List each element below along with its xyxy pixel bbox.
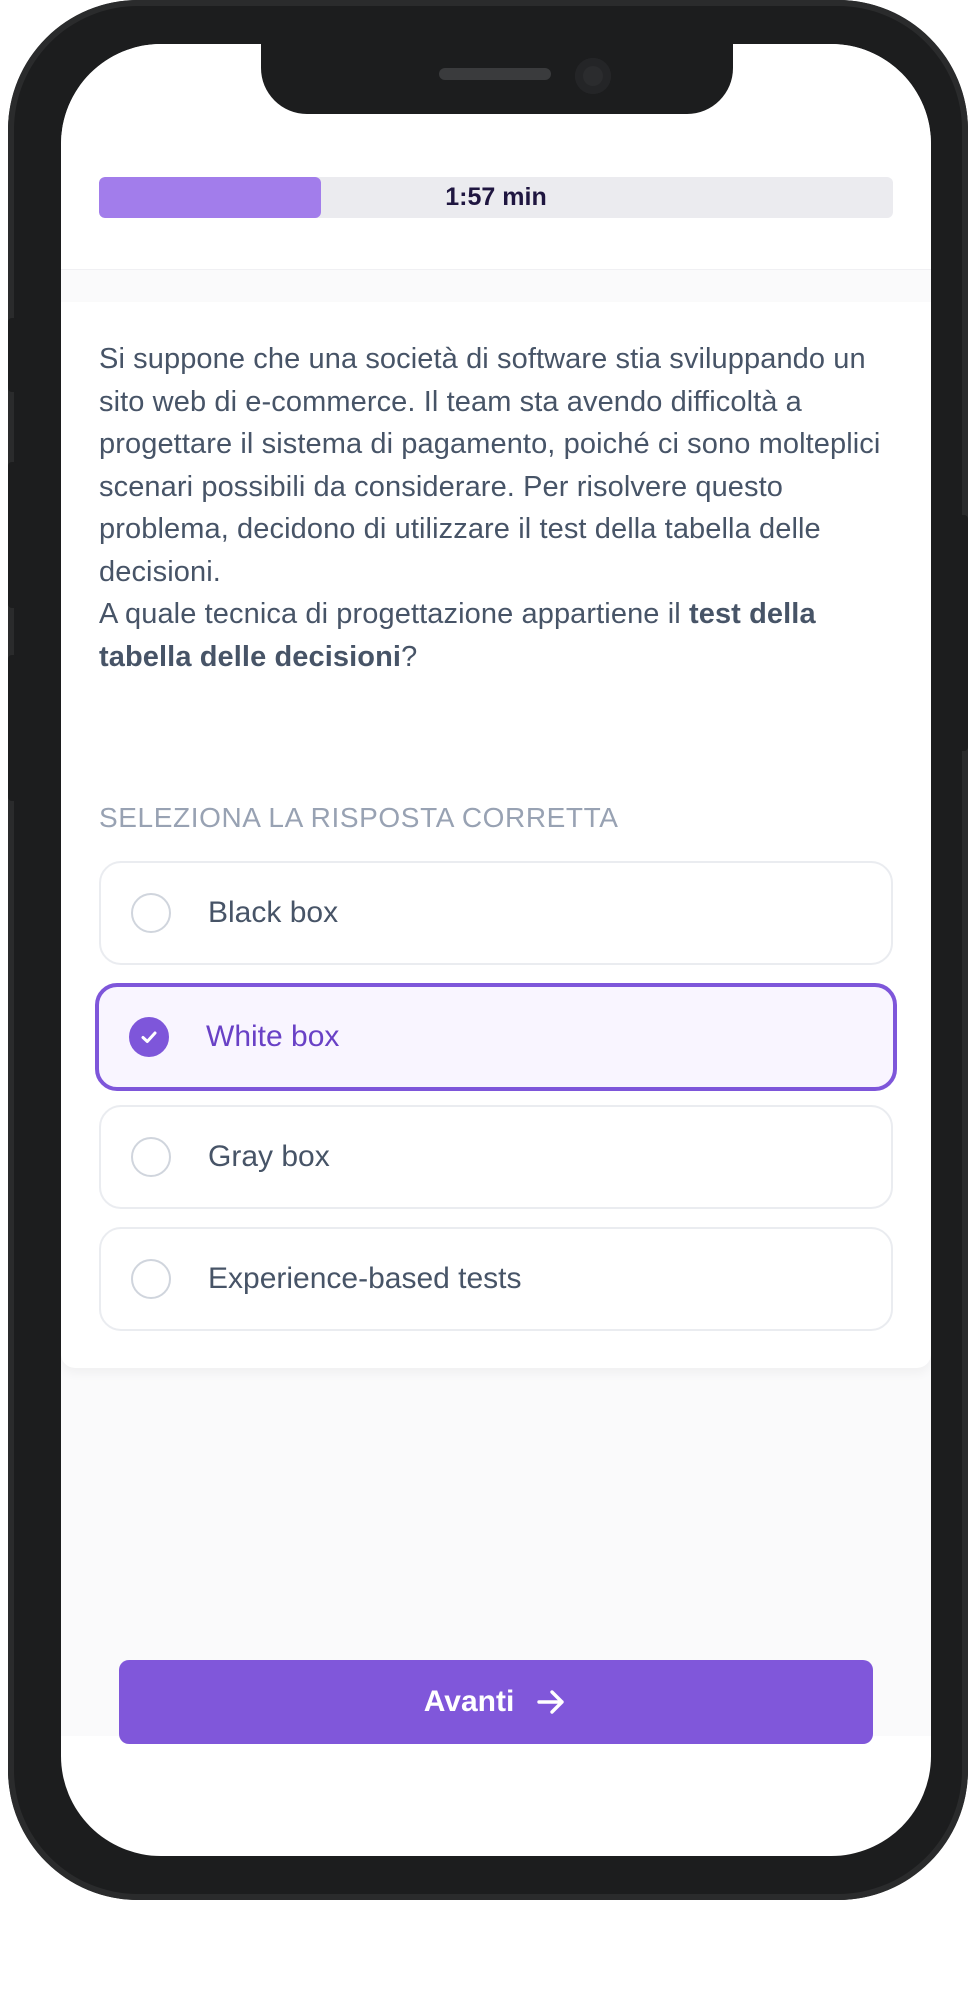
timer-label: 1:57 min bbox=[445, 183, 547, 211]
phone-notch bbox=[261, 44, 733, 114]
check-icon bbox=[141, 1031, 157, 1043]
volume-down-button bbox=[8, 655, 18, 801]
answer-option[interactable]: Black box bbox=[99, 861, 893, 965]
arrow-right-icon bbox=[534, 1685, 568, 1719]
answer-option[interactable]: Experience-based tests bbox=[99, 1227, 893, 1331]
camera-icon bbox=[575, 58, 611, 94]
next-button[interactable]: Avanti bbox=[119, 1660, 873, 1744]
question-prompt-suffix: ? bbox=[401, 640, 418, 673]
answer-option-label: Experience-based tests bbox=[208, 1262, 522, 1295]
next-button-label: Avanti bbox=[423, 1685, 515, 1718]
phone-frame: 1:57 min Si suppone che una società di s… bbox=[8, 0, 968, 1900]
answer-option[interactable]: Gray box bbox=[99, 1105, 893, 1209]
mute-switch bbox=[8, 318, 18, 392]
power-button bbox=[958, 515, 968, 751]
question-scenario: Si suppone che una società di software s… bbox=[99, 343, 881, 588]
phone-screen: 1:57 min Si suppone che una società di s… bbox=[61, 44, 931, 1856]
radio-unchecked-icon[interactable] bbox=[131, 1137, 171, 1177]
radio-checked-icon[interactable] bbox=[129, 1017, 169, 1057]
volume-up-button bbox=[8, 462, 18, 608]
question-text: Si suppone che una società di software s… bbox=[99, 338, 889, 678]
radio-unchecked-icon[interactable] bbox=[131, 893, 171, 933]
answer-option-label: Black box bbox=[208, 896, 339, 929]
answer-option-label: Gray box bbox=[208, 1140, 330, 1173]
answer-option-label: White box bbox=[206, 1020, 340, 1053]
answer-option-selected[interactable]: White box bbox=[95, 983, 897, 1091]
radio-unchecked-icon[interactable] bbox=[131, 1259, 171, 1299]
timer-progress-bar: 1:57 min bbox=[99, 177, 893, 218]
speaker-grille bbox=[439, 68, 551, 80]
question-prompt-prefix: A quale tecnica di progettazione apparti… bbox=[99, 598, 689, 630]
select-answer-label: SELEZIONA LA RISPOSTA CORRETTA bbox=[99, 802, 619, 833]
